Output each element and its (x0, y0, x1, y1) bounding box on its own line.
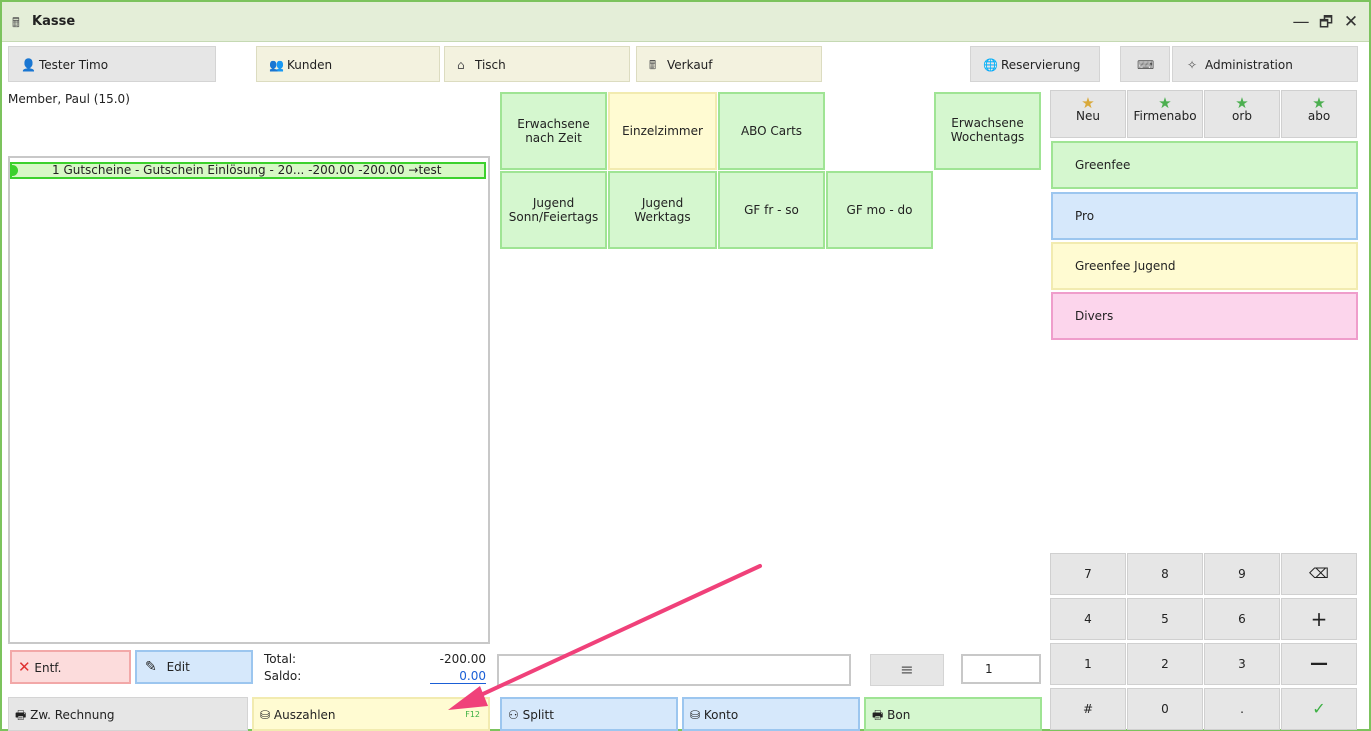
annotation-arrow (448, 564, 762, 710)
